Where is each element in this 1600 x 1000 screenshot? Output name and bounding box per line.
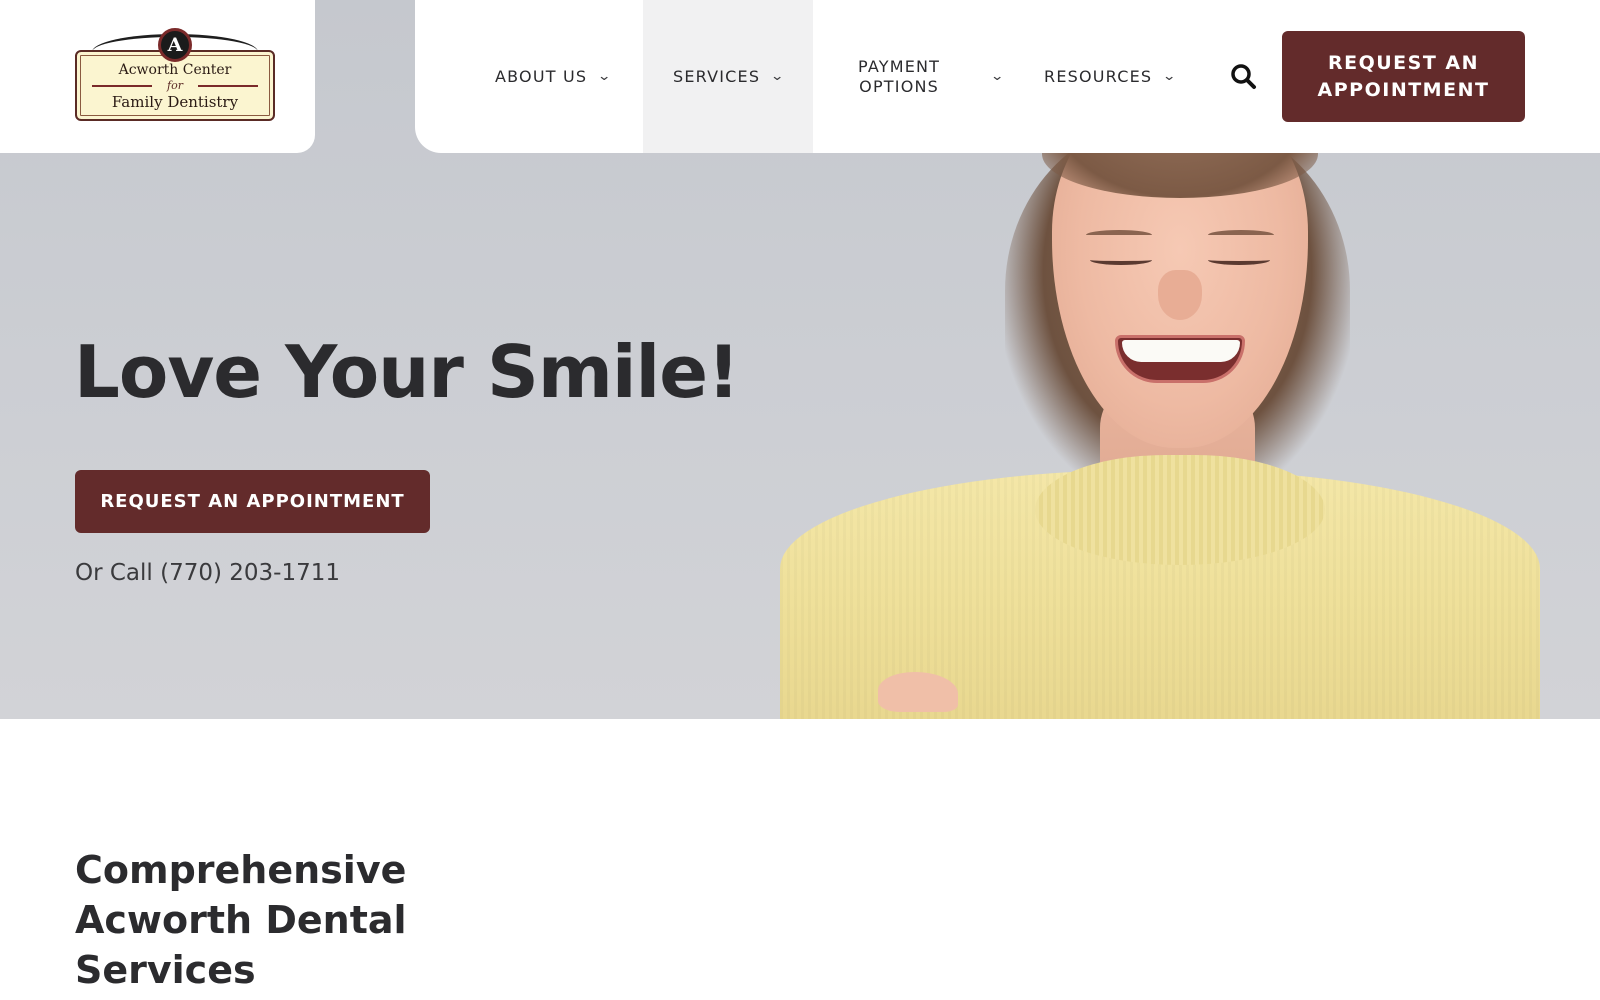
nav-item-services[interactable]: SERVICES ⌄ [643,0,813,153]
chevron-down-icon: ⌄ [1162,69,1179,84]
hero-request-appointment-button[interactable]: REQUEST AN APPOINTMENT [75,470,430,533]
nav-label: ABOUT US [495,67,588,86]
search-icon [1231,64,1256,89]
logo-text-line1: Acworth Center [118,62,232,78]
search-button[interactable] [1229,62,1257,90]
hero-call-link[interactable]: Or Call (770) 203-1711 [75,560,340,586]
logo-panel: A Acworth Center for Family Dentistry [0,0,315,153]
nav-label: PAYMENT OPTIONS [858,56,941,96]
logo-text-line3: Family Dentistry [111,93,239,111]
logo-medal: A [158,28,192,62]
nav-item-about-us[interactable]: ABOUT US ⌄ [480,0,630,153]
nav-label: SERVICES [673,67,761,86]
nav-item-payment-options[interactable]: PAYMENT OPTIONS ⌄ [840,0,1010,153]
hero-title: Love Your Smile! [74,330,740,414]
nav-item-resources[interactable]: RESOURCES ⌄ [1030,0,1190,153]
chevron-down-icon: ⌄ [770,69,787,84]
nav-label: RESOURCES [1044,67,1153,86]
chevron-down-icon: ⌄ [990,69,1007,84]
header-request-appointment-button[interactable]: REQUEST AN APPOINTMENT [1282,31,1525,122]
chevron-down-icon: ⌄ [597,69,614,84]
services-section-title: Comprehensive Acworth Dental Services [75,848,407,992]
